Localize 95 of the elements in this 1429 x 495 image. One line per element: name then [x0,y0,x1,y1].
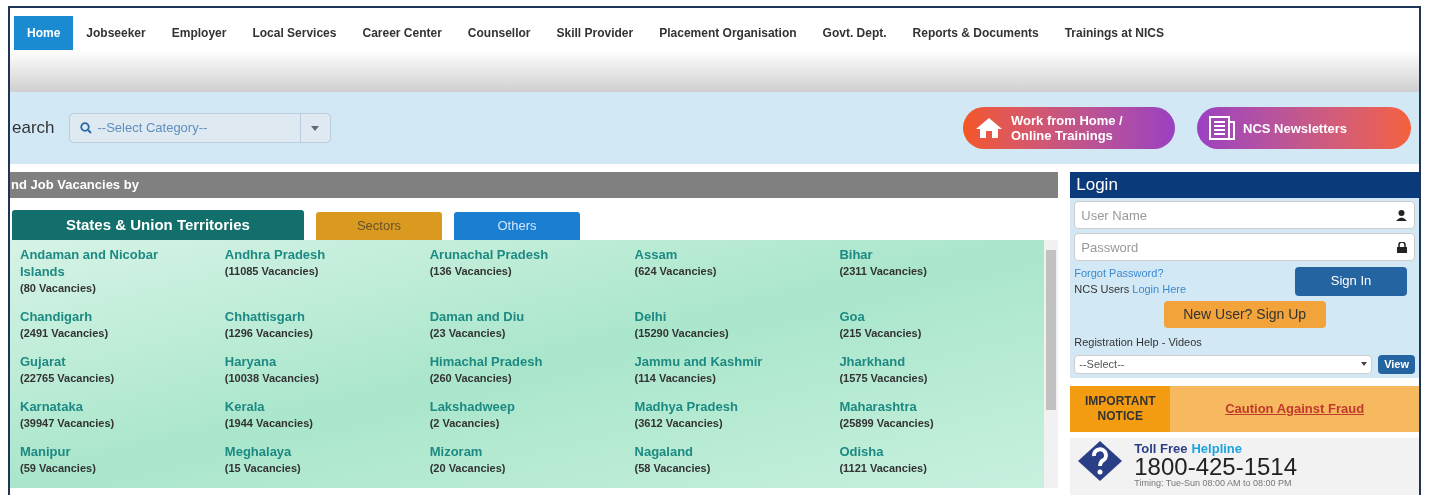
vacancy-count: (1121 Vacancies) [839,461,928,476]
vacancy-count: (39947 Vacancies) [20,416,116,431]
nav-link[interactable]: Home [14,16,74,50]
state-link[interactable]: Assam [634,246,820,263]
caret-icon [1361,362,1368,366]
scrollbar[interactable] [1044,240,1059,488]
important-notice: IMPORTANT NOTICE [1070,385,1171,432]
category-select[interactable]: --Select Category-- [68,113,331,143]
state-link[interactable]: Kerala [224,398,410,415]
nav-link[interactable]: Counsellor [454,16,544,50]
helpline-label: Helpline [1191,440,1243,456]
select-placeholder: --Select Category-- [97,119,208,138]
category-tab[interactable]: Others [454,212,580,240]
state-link[interactable]: Bihar [839,246,1025,263]
sign-in-button[interactable]: Sign In [1295,266,1407,296]
state-link[interactable]: Haryana [224,353,410,370]
vacancy-count: (1944 Vacancies) [224,416,314,431]
vacancy-count: (136 Vacancies) [429,264,513,279]
vacancy-count: (20 Vacancies) [429,461,507,476]
nav-link[interactable]: Placement Organisation [646,16,810,50]
state-link[interactable]: Andhra Pradesh [224,246,410,263]
vacancy-count: (2311 Vacancies) [839,264,928,279]
vacancy-count: (58 Vacancies) [634,461,712,476]
newspaper-icon [1209,116,1235,140]
view-button[interactable]: View [1378,354,1415,374]
nav-link[interactable]: Govt. Dept. [809,16,900,50]
state-link[interactable]: Daman and Diu [429,308,615,325]
vacancy-count: (2 Vacancies) [429,416,501,431]
state-link[interactable]: Manipur [20,443,205,460]
fraud-link[interactable]: Caution Against Fraud [1225,398,1365,419]
ncs-users-label: NCS Users [1074,282,1130,297]
state-link[interactable]: Meghalaya [224,443,410,460]
search-label: earch [12,117,55,140]
nav-link[interactable]: Employer [158,16,240,50]
help-label: Registration Help - Videos [1074,335,1203,350]
state-link[interactable]: Madhya Pradesh [634,398,820,415]
house-icon [975,117,1003,139]
vacancy-count: (3612 Vacancies) [634,416,724,431]
state-link[interactable]: Karnataka [20,398,205,415]
user-icon [1396,210,1407,221]
vacancy-count: (80 Vacancies) [20,281,97,296]
vacancy-count: (2491 Vacancies) [20,326,110,341]
vacancy-count: (59 Vacancies) [20,461,97,476]
vacancy-count: (23 Vacancies) [429,326,507,341]
vacancy-count: (15290 Vacancies) [634,326,730,341]
password-field[interactable]: Password [1074,233,1415,261]
vacancy-count: (22765 Vacancies) [20,371,116,386]
promo-button[interactable]: Work from Home / Online Trainings [963,107,1175,149]
state-link[interactable]: Mizoram [429,443,615,460]
helpline-number: 1800-425-1514 [1134,455,1298,478]
nav-link[interactable]: Career Center [349,16,455,50]
category-tab[interactable]: States & Union Territories [12,210,304,240]
login-title: Login [1070,172,1419,198]
forgot-password-link[interactable]: Forgot Password? [1074,265,1187,281]
category-tab[interactable]: Sectors [316,212,442,240]
state-link[interactable]: Jharkhand [839,353,1025,370]
helpline-timing: Timing: Tue-Sun 08:00 AM to 08:00 PM [1134,477,1293,488]
state-link[interactable]: Gujarat [20,353,205,370]
state-link[interactable]: Odisha [839,443,1025,460]
vacancy-count: (624 Vacancies) [634,264,718,279]
state-link[interactable]: Nagaland [634,443,820,460]
nav-link[interactable]: Skill Provider [543,16,647,50]
vacancy-count: (260 Vacancies) [429,371,513,386]
state-link[interactable]: Arunachal Pradesh [429,246,615,263]
sign-up-button[interactable]: New User? Sign Up [1163,301,1326,328]
nav-link[interactable]: Local Services [239,16,350,50]
vacancy-count: (10038 Vacancies) [224,371,321,386]
state-link[interactable]: Chhattisgarh [224,308,410,325]
caret-icon [311,125,320,131]
state-link[interactable]: Lakshadweep [429,398,615,415]
vacancy-count: (215 Vacancies) [839,326,923,341]
vacancy-count: (25899 Vacancies) [839,416,935,431]
vacancy-count: (1296 Vacancies) [224,326,314,341]
state-link[interactable]: Jammu and Kashmir [634,353,820,370]
video-select[interactable]: --Select-- [1074,354,1373,374]
search-icon [79,122,92,134]
state-link[interactable]: Delhi [634,308,820,325]
vacancy-count: (11085 Vacancies) [224,264,320,279]
state-link[interactable]: Chandigarh [20,308,205,325]
state-link[interactable]: Maharashtra [839,398,1025,415]
helpline-prefix: Toll Free [1134,440,1188,456]
nav-link[interactable]: Jobseeker [73,16,159,50]
lock-icon [1397,242,1407,253]
state-link[interactable]: Andaman and Nicobar Islands [20,246,205,280]
promo-button[interactable]: NCS Newsletters [1197,107,1411,149]
username-field[interactable]: User Name [1074,201,1415,229]
vacancy-count: (1575 Vacancies) [839,371,929,386]
state-link[interactable]: Himachal Pradesh [429,353,615,370]
state-link[interactable]: Goa [839,308,1025,325]
vacancy-count: (114 Vacancies) [634,371,717,386]
vacancy-count: (15 Vacancies) [224,461,302,476]
nav-link[interactable]: Reports & Documents [899,16,1052,50]
nav-link[interactable]: Trainings at NICS [1051,16,1177,50]
login-here-link[interactable]: Login Here [1132,281,1187,297]
section-header: nd Job Vacancies by [10,172,1059,198]
